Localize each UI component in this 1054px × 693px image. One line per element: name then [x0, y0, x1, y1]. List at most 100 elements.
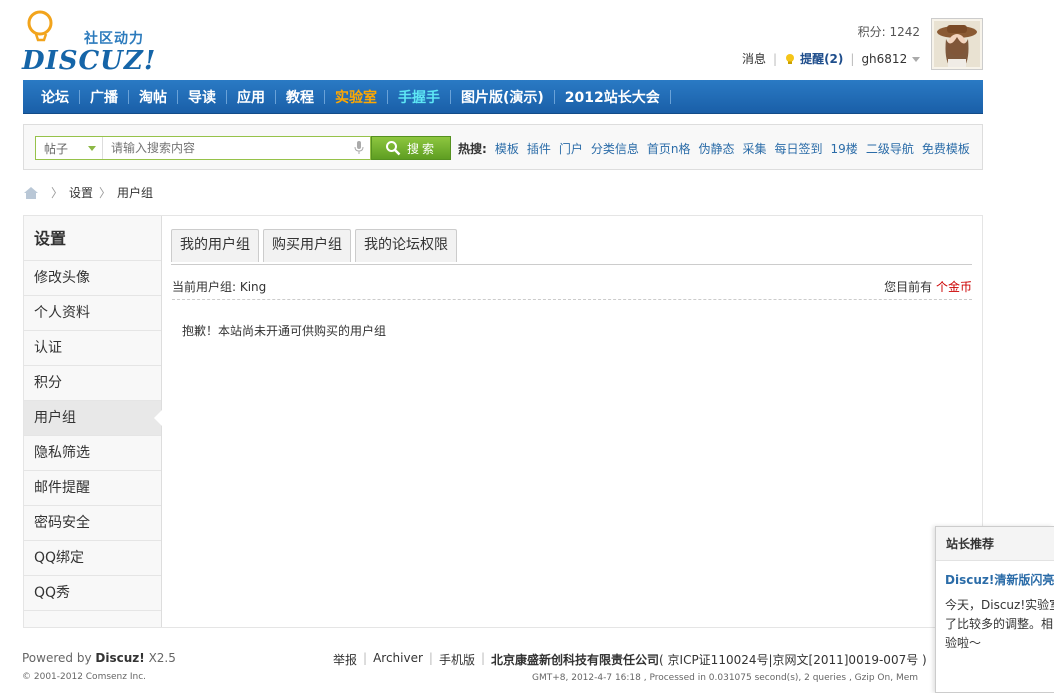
user-points: 积分: 1242 — [857, 25, 920, 39]
sidebar-item-profile[interactable]: 个人资料 — [24, 296, 161, 331]
hot-link[interactable]: 模板 — [495, 140, 519, 157]
nav-item-webmaster-conference[interactable]: 2012站长大会 — [555, 87, 670, 107]
sidebar-item-avatar[interactable]: 修改头像 — [24, 261, 161, 296]
nav-item-tutorials[interactable]: 教程 — [276, 87, 324, 107]
footer-stats: GMT+8, 2012-4-7 16:18 , Processed in 0.0… — [532, 673, 919, 683]
hot-link[interactable]: 伪静态 — [698, 140, 734, 157]
remind-link[interactable]: 提醒(2) — [800, 50, 843, 67]
sidebar-title: 设置 — [24, 216, 161, 261]
sidebar-item-privacy[interactable]: 隐私筛选 — [24, 436, 161, 471]
tab-my-usergroup[interactable]: 我的用户组 — [171, 229, 259, 262]
nav-item-forum[interactable]: 论坛 — [31, 87, 79, 107]
notice-message: 抱歉！本站尚未开通可供购买的用户组 — [182, 324, 387, 338]
nav-item-broadcast[interactable]: 广播 — [80, 87, 128, 107]
remind-bulb-icon — [786, 53, 795, 64]
balance: 您目前有 个金币 — [884, 278, 972, 295]
footer-link-archiver[interactable]: Archiver — [373, 651, 423, 668]
hot-link[interactable]: 每日签到 — [775, 140, 823, 157]
sidebar-item-qq-bind[interactable]: QQ绑定 — [24, 541, 161, 576]
search-button[interactable]: 搜索 — [371, 136, 451, 160]
footer-links: 举报 | Archiver | 手机版 | 北京康盛新创科技有限责任公司 ( 京… — [333, 651, 927, 668]
footer-icp[interactable]: ( 京ICP证110024号|京网文[2011]0019-007号 ) — [659, 651, 927, 668]
microphone-icon[interactable] — [354, 141, 364, 155]
hot-link[interactable]: 19楼 — [831, 140, 858, 157]
hot-link[interactable]: 首页n格 — [647, 140, 691, 157]
usergroup-tabs: 我的用户组 购买用户组 我的论坛权限 — [171, 229, 972, 265]
lightbulb-logo-icon — [27, 10, 53, 42]
search-input[interactable] — [103, 137, 354, 159]
nav-divider — [669, 89, 671, 104]
powered-by: Powered by Discuz! X2.5 — [22, 651, 176, 665]
search-button-label: 搜索 — [406, 141, 437, 156]
recommend-header: 站长推荐 — [936, 527, 1054, 561]
current-usergroup: 当前用户组: King — [172, 280, 267, 294]
search-icon — [385, 141, 401, 156]
hot-link[interactable]: 免费模板 — [922, 140, 970, 157]
powered-brand[interactable]: Discuz! — [95, 651, 144, 665]
sidebar-item-password[interactable]: 密码安全 — [24, 506, 161, 541]
main-nav: 论坛 广播 淘帖 导读 应用 教程 实验室 手握手 图片版(演示) 2012站长… — [23, 80, 983, 114]
usergroup-info-row: 当前用户组: King 您目前有 个金币 — [172, 274, 972, 300]
user-links: 消息 | 提醒(2) | gh6812 — [742, 50, 921, 67]
footer-link-report[interactable]: 举报 — [333, 651, 357, 668]
username: gh6812 — [861, 51, 908, 66]
separator: | — [480, 651, 486, 665]
breadcrumb-separator: 〉 — [51, 186, 64, 200]
breadcrumb-usergroup[interactable]: 用户组 — [117, 184, 153, 201]
sidebar-item-email-notify[interactable]: 邮件提醒 — [24, 471, 161, 506]
username-dropdown[interactable]: gh6812 — [861, 51, 921, 66]
tab-buy-usergroup[interactable]: 购买用户组 — [263, 229, 351, 262]
search-bar: 帖子 搜索 热搜: 模板 插件 门户 分类信息 首页n格 伪静态 采集 每日签到… — [23, 124, 983, 170]
site-logo[interactable]: 社区动力 DISCUZ! — [22, 8, 162, 76]
nav-item-picture-edition[interactable]: 图片版(演示) — [451, 87, 554, 107]
search-type-value: 帖子 — [44, 141, 69, 156]
chevron-down-icon — [912, 56, 921, 62]
settings-panel: 设置 修改头像 个人资料 认证 积分 用户组 隐私筛选 邮件提醒 密码安全 QQ… — [23, 215, 983, 628]
messages-link[interactable]: 消息 — [742, 50, 766, 67]
avatar-image — [934, 21, 980, 67]
hot-link[interactable]: 分类信息 — [591, 140, 639, 157]
nav-item-lab[interactable]: 实验室 — [325, 87, 387, 107]
nav-item-apps[interactable]: 应用 — [227, 87, 275, 107]
avatar[interactable] — [931, 18, 983, 70]
footer-link-mobile[interactable]: 手机版 — [439, 651, 475, 668]
nav-item-taotie[interactable]: 淘帖 — [129, 87, 177, 107]
usergroup-content: 我的用户组 购买用户组 我的论坛权限 当前用户组: King 您目前有 个金币 … — [163, 216, 982, 627]
footer-company[interactable]: 北京康盛新创科技有限责任公司 — [491, 651, 659, 668]
chevron-down-icon — [88, 145, 96, 151]
settings-sidebar: 设置 修改头像 个人资料 认证 积分 用户组 隐私筛选 邮件提醒 密码安全 QQ… — [24, 216, 162, 627]
breadcrumb: 〉 设置 〉 用户组 — [23, 184, 153, 201]
logo-tagline: 社区动力 — [84, 31, 144, 47]
sidebar-item-qq-show[interactable]: QQ秀 — [24, 576, 161, 611]
sidebar-item-usergroup[interactable]: 用户组 — [24, 401, 162, 436]
logo-brand: DISCUZ! — [22, 46, 157, 76]
hot-link[interactable]: 门户 — [559, 140, 583, 157]
hot-link[interactable]: 二级导航 — [866, 140, 914, 157]
search-type-select[interactable]: 帖子 — [36, 137, 103, 159]
recommend-body: 今天，Discuz!实验室新版”，不仅是风格有了比较多的调整。相的感觉。不多说，… — [945, 598, 1054, 650]
sidebar-item-verify[interactable]: 认证 — [24, 331, 161, 366]
balance-coin: 个金币 — [935, 280, 972, 294]
separator: | — [363, 651, 368, 665]
recommend-title[interactable]: Discuz!清新版闪亮 — [936, 561, 1054, 588]
separator: | — [850, 51, 855, 66]
tab-forum-permissions[interactable]: 我的论坛权限 — [355, 229, 457, 262]
powered-version: X2.5 — [148, 651, 176, 665]
sidebar-item-credits[interactable]: 积分 — [24, 366, 161, 401]
hot-link[interactable]: 采集 — [743, 140, 767, 157]
powered-prefix: Powered by — [22, 651, 92, 665]
home-icon[interactable] — [23, 186, 39, 200]
nav-item-guide[interactable]: 导读 — [178, 87, 226, 107]
copyright: © 2001-2012 Comsenz Inc. — [22, 672, 147, 682]
separator: | — [773, 51, 778, 66]
hot-search: 热搜: 模板 插件 门户 分类信息 首页n格 伪静态 采集 每日签到 19楼 二… — [458, 140, 978, 157]
nav-item-handshake[interactable]: 手握手 — [388, 87, 450, 107]
breadcrumb-separator: 〉 — [99, 186, 112, 200]
separator: | — [428, 651, 433, 665]
hot-search-label: 热搜: — [458, 142, 487, 156]
search-box: 帖子 — [35, 136, 371, 160]
breadcrumb-settings[interactable]: 设置 — [69, 184, 93, 201]
webmaster-recommend-popup: 站长推荐 Discuz!清新版闪亮 今天，Discuz!实验室新版”，不仅是风格… — [935, 526, 1054, 693]
balance-label: 您目前有 — [884, 280, 933, 294]
hot-link[interactable]: 插件 — [527, 140, 551, 157]
